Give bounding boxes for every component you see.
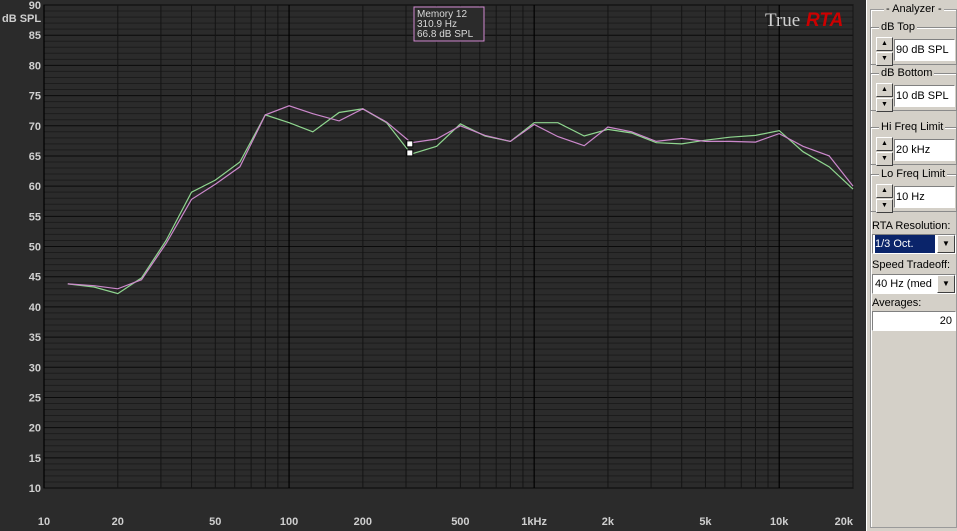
- truerta-logo: True: [765, 10, 800, 31]
- x-tick-label: 20: [112, 516, 124, 528]
- y-tick-label: 90: [29, 0, 41, 12]
- x-tick-label: 10k: [770, 516, 789, 528]
- spin-up-icon[interactable]: ▲: [876, 184, 893, 198]
- spin-down-icon[interactable]: ▼: [876, 152, 893, 166]
- speed-tradeoff-select[interactable]: 40 Hz (med ▼: [872, 274, 956, 294]
- db-bottom-input[interactable]: 10 dB SPL: [894, 85, 955, 107]
- truerta-logo-accent: RTA: [806, 10, 843, 31]
- hi-freq-group: Hi Freq Limit ▲ ▼ 20 kHz: [870, 121, 957, 166]
- lo-freq-spinner[interactable]: ▲ ▼: [876, 184, 893, 213]
- y-tick-label: 40: [29, 302, 41, 314]
- rta-chart[interactable]: 90 85 80 75 70 65 60 55 50 45 40 35 30 25 20 15 10 dB SPL…: [0, 0, 866, 531]
- x-tick-label: 10: [38, 516, 50, 528]
- spin-down-icon[interactable]: ▼: [876, 199, 893, 213]
- y-tick-label: 20: [29, 423, 41, 435]
- y-tick-label: 70: [29, 121, 41, 133]
- y-tick-label: 65: [29, 151, 41, 163]
- analyzer-title: - Analyzer -: [884, 3, 944, 15]
- y-axis-unit: dB SPL: [2, 13, 41, 25]
- hi-freq-spinner[interactable]: ▲ ▼: [876, 137, 893, 166]
- y-tick-label: 55: [29, 211, 41, 223]
- averages-value: 20: [939, 315, 952, 327]
- y-tick-label: 50: [29, 242, 41, 254]
- rta-resolution-label: RTA Resolution:: [872, 220, 951, 232]
- db-bottom-group: dB Bottom ▲ ▼ 10 dB SPL: [870, 67, 957, 112]
- db-top-group: dB Top ▲ ▼ 90 dB SPL: [870, 21, 957, 66]
- tooltip-line: 66.8 dB SPL: [417, 29, 474, 40]
- rta-resolution-value: 1/3 Oct.: [875, 235, 935, 253]
- lo-freq-input[interactable]: 10 Hz: [894, 186, 955, 208]
- spin-down-icon[interactable]: ▼: [876, 52, 893, 66]
- x-tick-label: 2k: [602, 516, 615, 528]
- y-tick-label: 75: [29, 91, 41, 103]
- db-top-input[interactable]: 90 dB SPL: [894, 39, 955, 61]
- speed-tradeoff-label: Speed Tradeoff:: [872, 259, 951, 271]
- cursor-marker: [406, 149, 414, 157]
- y-tick-label: 85: [29, 30, 41, 42]
- spin-down-icon[interactable]: ▼: [876, 98, 893, 112]
- x-tick-label: 200: [354, 516, 372, 528]
- y-tick-label: 80: [29, 60, 41, 72]
- lo-freq-group: Lo Freq Limit ▲ ▼ 10 Hz: [870, 168, 957, 213]
- hi-freq-input[interactable]: 20 kHz: [894, 139, 955, 161]
- spin-up-icon[interactable]: ▲: [876, 137, 893, 151]
- x-tick-label: 5k: [699, 516, 712, 528]
- cursor-marker: [406, 140, 414, 148]
- spin-up-icon[interactable]: ▲: [876, 37, 893, 51]
- chevron-down-icon[interactable]: ▼: [937, 275, 955, 293]
- y-tick-label: 45: [29, 272, 41, 284]
- y-tick-label: 60: [29, 181, 41, 193]
- chevron-down-icon[interactable]: ▼: [937, 235, 955, 253]
- rta-plot[interactable]: 90 85 80 75 70 65 60 55 50 45 40 35 30 25 20 15 10 dB SPL…: [0, 0, 866, 531]
- x-tick-label: 100: [280, 516, 298, 528]
- db-top-spinner[interactable]: ▲ ▼: [876, 37, 893, 66]
- db-bottom-spinner[interactable]: ▲ ▼: [876, 83, 893, 112]
- db-top-label: dB Top: [879, 21, 918, 33]
- averages-input[interactable]: 20: [872, 311, 956, 331]
- rta-resolution-select[interactable]: 1/3 Oct. ▼: [872, 234, 956, 254]
- x-tick-label: 500: [451, 516, 469, 528]
- analyzer-panel: - Analyzer - dB Top ▲ ▼ 90 dB SPL dB Bot…: [866, 0, 957, 531]
- speed-tradeoff-value: 40 Hz (med: [875, 278, 932, 290]
- y-tick-label: 25: [29, 392, 41, 404]
- averages-label: Averages:: [872, 297, 922, 309]
- y-tick-label: 30: [29, 362, 41, 374]
- x-tick-label: 50: [209, 516, 221, 528]
- y-tick-label: 15: [29, 453, 41, 465]
- db-bottom-label: dB Bottom: [879, 67, 935, 79]
- x-tick-label: 1kHz: [521, 516, 547, 528]
- spin-up-icon[interactable]: ▲: [876, 83, 893, 97]
- y-tick-label: 35: [29, 332, 41, 344]
- lo-freq-label: Lo Freq Limit: [879, 168, 948, 180]
- hi-freq-label: Hi Freq Limit: [879, 121, 946, 133]
- x-tick-label: 20k: [835, 516, 854, 528]
- y-tick-label: 10: [29, 483, 41, 495]
